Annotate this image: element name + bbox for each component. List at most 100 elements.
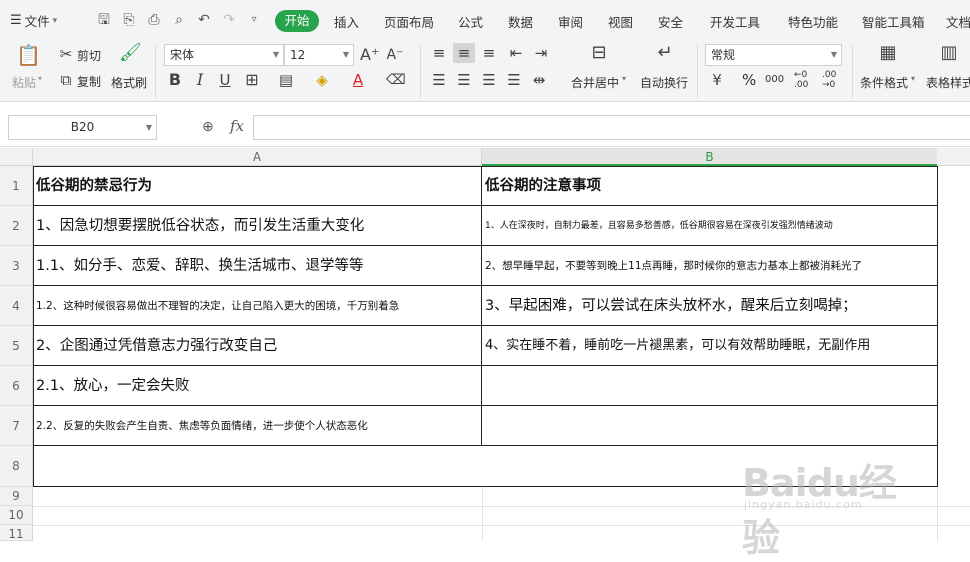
paste-dropdown-icon[interactable]: ▾ [38,74,42,83]
cell-a1[interactable]: 低谷期的禁忌行为 [33,166,482,206]
tab-developer[interactable]: 开发工具 [710,12,760,31]
format-painter-button[interactable]: 格式刷 [111,74,147,91]
tab-special-features[interactable]: 特色功能 [788,12,838,31]
increase-font-icon[interactable]: A⁺ [360,46,379,64]
row-header-2[interactable]: 2 [0,206,33,246]
cell-style-icon[interactable]: ▤ [277,71,295,89]
row-header-1[interactable]: 1 [0,166,33,206]
cell-a2[interactable]: 1、因急切想要摆脱低谷状态，而引发生活重大变化 [33,206,482,246]
table-style-icon[interactable]: ▥ [938,44,960,66]
justify-icon[interactable]: ☰ [505,71,523,89]
formula-input[interactable] [253,115,970,140]
row-header-8[interactable]: 8 [0,446,33,487]
insert-function-button[interactable]: fx [230,117,244,135]
cell-a4[interactable]: 1.2、这种时候很容易做出不理智的决定，让自己陷入更大的困境，千万别着急 [33,286,482,326]
tab-insert[interactable]: 插入 [334,12,359,31]
format-painter-icon[interactable]: 🖌 [119,44,142,66]
zoom-icon[interactable]: ⊕ [202,119,214,135]
chevron-down-icon[interactable]: ▾ [911,74,915,83]
name-box[interactable]: B20 ▼ [8,115,157,140]
redo-icon[interactable]: ↷ [221,12,237,28]
decrease-decimal-button[interactable]: .00 →0 [822,70,842,90]
cell-b7[interactable] [482,406,938,446]
align-top-icon[interactable]: ≡ [430,44,448,62]
column-header-a[interactable]: A [33,148,482,166]
distributed-align-icon[interactable]: ⇹ [530,71,548,89]
decrease-font-icon[interactable]: A⁻ [386,46,404,64]
wrap-text-icon[interactable]: ↵ [654,44,676,66]
column-header-c[interactable] [937,148,970,166]
wrap-text-button[interactable]: 自动换行 [640,74,688,91]
tab-page-layout[interactable]: 页面布局 [384,12,434,31]
row-header-5[interactable]: 5 [0,326,33,366]
scissors-icon[interactable]: ✂ [57,45,75,63]
file-menu[interactable]: ☰ 文件 ▾ [10,11,57,30]
customize-toolbar-icon[interactable]: ▿ [246,12,262,28]
column-header-b[interactable]: B [482,148,937,166]
cell-a6[interactable]: 2.1、放心，一定会失败 [33,366,482,406]
print-preview-icon[interactable]: ⌕ [171,12,187,28]
print-icon[interactable]: ⎙ [146,12,162,28]
table-style-button[interactable]: 表格样式 [926,74,970,91]
row-header-7[interactable]: 7 [0,406,33,446]
merge-cells-icon[interactable]: ⊟ [588,44,610,66]
tab-review[interactable]: 审阅 [558,12,583,31]
thousands-button[interactable]: 000 [765,74,784,85]
cell-a5[interactable]: 2、企图通过凭借意志力强行改变自己 [33,326,482,366]
tab-security[interactable]: 安全 [658,12,683,31]
tab-data[interactable]: 数据 [508,12,533,31]
bold-icon[interactable]: B [166,71,184,89]
align-right-icon[interactable]: ☰ [480,71,498,89]
conditional-format-button[interactable]: 条件格式 [860,74,908,91]
export-icon[interactable]: ⎘ [121,12,137,28]
tab-smart-toolbox[interactable]: 智能工具箱 [862,12,925,31]
cell-b2[interactable]: 1、人在深夜时，自制力最差，且容易多愁善感，低谷期很容易在深夜引发强烈情绪波动 [482,206,938,246]
cell-b4[interactable]: 3、早起困难，可以尝试在床头放杯水，醒来后立刻喝掉； [482,286,938,326]
select-all-corner[interactable] [0,148,33,166]
font-name-select[interactable]: 宋体 ▼ [164,44,284,66]
cell-b6[interactable] [482,366,938,406]
number-format-select[interactable]: 常规 ▼ [705,44,842,66]
merge-center-button[interactable]: 合并居中 [571,74,619,91]
row-header-9[interactable]: 9 [0,487,33,506]
cell-a3[interactable]: 1.1、如分手、恋爱、辞职、换生活城市、退学等等 [33,246,482,286]
paste-icon[interactable]: 📋 [16,45,41,68]
decrease-indent-icon[interactable]: ⇤ [507,44,525,62]
align-bottom-icon[interactable]: ≡ [480,44,498,62]
increase-decimal-button[interactable]: ←0 .00 [794,70,814,90]
save-icon[interactable]: 🖫 [96,12,112,28]
currency-icon[interactable]: ¥ [708,71,726,89]
font-color-icon[interactable]: A [349,71,367,89]
row-header-10[interactable]: 10 [0,506,33,525]
cell-b5[interactable]: 4、实在睡不着，睡前吃一片褪黑素，可以有效帮助睡眠，无副作用 [482,326,938,366]
align-center-icon[interactable]: ☰ [455,71,473,89]
tab-formulas[interactable]: 公式 [458,12,483,31]
align-middle-icon[interactable]: ≡ [455,44,473,62]
increase-indent-icon[interactable]: ⇥ [532,44,550,62]
row-header-6[interactable]: 6 [0,366,33,406]
conditional-format-icon[interactable]: ▦ [877,44,899,66]
border-icon[interactable]: ⊞ [243,71,261,89]
paste-button[interactable]: 粘贴 [12,74,36,91]
tab-home[interactable]: 开始 [275,10,319,32]
italic-icon[interactable]: I [191,71,209,89]
copy-button[interactable]: 复制 [77,73,101,90]
align-left-icon[interactable]: ☰ [430,71,448,89]
row-header-11[interactable]: 11 [0,525,33,541]
row-header-3[interactable]: 3 [0,246,33,286]
underline-icon[interactable]: U [216,71,234,89]
clear-format-icon[interactable]: ⌫ [386,71,406,89]
cell-a7[interactable]: 2.2、反复的失败会产生自责、焦虑等负面情绪，进一步使个人状态恶化 [33,406,482,446]
font-size-select[interactable]: 12 ▼ [284,44,354,66]
cell-b3[interactable]: 2、想早睡早起，不要等到晚上11点再睡，那时候你的意志力基本上都被消耗光了 [482,246,938,286]
tab-document[interactable]: 文档 [946,12,970,31]
tab-view[interactable]: 视图 [608,12,633,31]
fill-color-icon[interactable]: ◈ [313,71,331,89]
cell-b1[interactable]: 低谷期的注意事项 [482,166,938,206]
cut-button[interactable]: 剪切 [77,47,101,64]
row-header-4[interactable]: 4 [0,286,33,326]
chevron-down-icon[interactable]: ▾ [622,74,626,83]
undo-icon[interactable]: ↶ [196,12,212,28]
copy-icon[interactable]: ⧉ [57,71,75,89]
percent-button[interactable]: % [742,71,756,89]
